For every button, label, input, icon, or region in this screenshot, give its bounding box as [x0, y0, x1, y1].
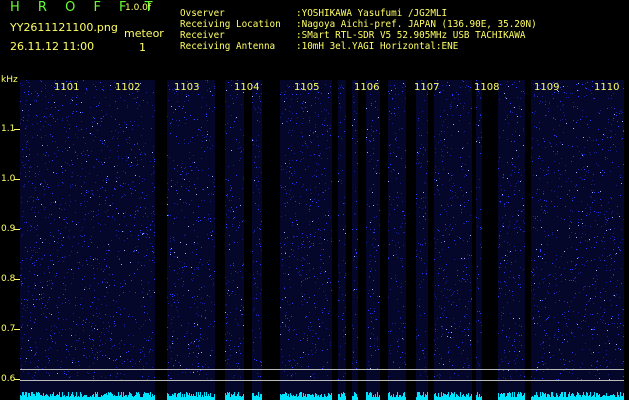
y-tick-label: 1.1	[1, 124, 16, 134]
app-version: 1.0.0f	[125, 3, 152, 13]
x-tick-label: 1107	[414, 82, 440, 93]
x-tick-label: 1108	[474, 82, 500, 93]
meteor-label: meteor	[124, 27, 164, 40]
x-tick-label: 1109	[534, 82, 560, 93]
y-tick-label: 0.6	[1, 374, 16, 384]
antenna-label: Receiving Antenna	[180, 41, 276, 52]
x-tick-label: 1110	[594, 82, 620, 93]
capture-timestamp: 26.11.12 11:00	[10, 40, 95, 53]
observer-value: :YOSHIKAWA Yasufumi /JG2MLI	[296, 8, 448, 19]
receiver-value: :SMart RTL-SDR V5 52.905MHz USB TACHIKAW…	[296, 30, 526, 41]
x-tick-label: 1102	[115, 82, 141, 93]
frequency-unit-label: kHz	[1, 75, 18, 85]
location-value: :Nagoya Aichi-pref. JAPAN (136.90E, 35.2…	[296, 19, 537, 30]
antenna-value: :10mH 3el.YAGI Horizontal:ENE	[296, 41, 459, 52]
x-tick-label: 1103	[174, 82, 200, 93]
receiver-label: Receiver	[180, 30, 225, 41]
x-tick-label: 1104	[234, 82, 260, 93]
y-tick-label: 0.8	[1, 274, 16, 284]
x-tick-label: 1106	[354, 82, 380, 93]
y-tick-label: 0.7	[1, 324, 16, 334]
x-tick-label: 1101	[54, 82, 80, 93]
y-tick-label: 1.0	[1, 174, 16, 184]
location-label: Receiving Location	[180, 19, 281, 30]
spectrogram-waterfall	[20, 80, 624, 400]
spectrogram-canvas	[20, 80, 624, 400]
meteor-count: 1	[139, 41, 146, 54]
reference-line-lower	[20, 380, 624, 381]
reference-line-upper	[20, 369, 624, 370]
x-tick-label: 1105	[294, 82, 320, 93]
image-filename: YY2611121100.png	[10, 21, 118, 34]
observer-label: Ovserver	[180, 8, 225, 19]
y-tick-label: 0.9	[1, 224, 16, 234]
hroft-waterfall-screen: H R O F F T 1.0.0f YY2611121100.png 26.1…	[0, 0, 629, 400]
